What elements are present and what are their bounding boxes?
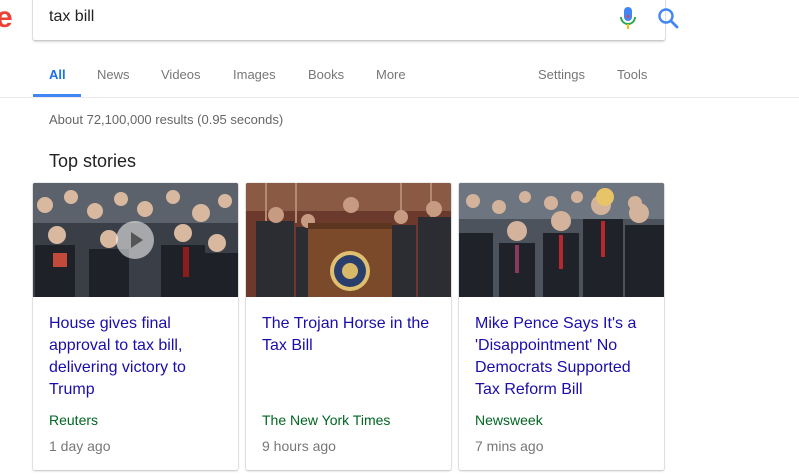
tab-news[interactable]: News xyxy=(97,67,130,82)
top-stories-title: Top stories xyxy=(49,151,137,171)
search-box[interactable] xyxy=(33,0,679,40)
search-icon[interactable] xyxy=(657,7,679,29)
story-thumbnail-2[interactable] xyxy=(246,183,451,297)
active-tab-indicator xyxy=(33,94,81,97)
mic-icon[interactable] xyxy=(617,6,639,30)
story-headline[interactable]: House gives final approval to tax bill, … xyxy=(49,313,229,401)
tab-tools[interactable]: Tools xyxy=(617,67,647,82)
search-input[interactable] xyxy=(49,4,569,30)
play-icon[interactable] xyxy=(115,220,155,260)
story-card-2[interactable]: The Trojan Horse in the Tax Bill The New… xyxy=(246,183,451,470)
tab-books[interactable]: Books xyxy=(308,67,344,82)
story-time: 9 hours ago xyxy=(262,438,336,454)
story-time: 1 day ago xyxy=(49,438,111,454)
result-stats: About 72,100,000 results (0.95 seconds) xyxy=(49,112,284,127)
story-source: The New York Times xyxy=(262,412,391,428)
tab-videos[interactable]: Videos xyxy=(161,67,201,82)
search-tabs: All News Videos Images Books More Settin… xyxy=(0,56,799,98)
google-logo-fragment[interactable]: e xyxy=(0,4,14,32)
story-card-3[interactable]: Mike Pence Says It's a 'Disappointment' … xyxy=(459,183,664,470)
story-card-1[interactable]: House gives final approval to tax bill, … xyxy=(33,183,238,470)
story-source: Reuters xyxy=(49,412,99,428)
story-thumbnail-3[interactable] xyxy=(459,183,664,297)
story-headline[interactable]: The Trojan Horse in the Tax Bill xyxy=(262,313,442,357)
tab-images[interactable]: Images xyxy=(233,67,276,82)
tab-all[interactable]: All xyxy=(49,67,66,82)
story-source: Newsweek xyxy=(475,412,543,428)
story-time: 7 mins ago xyxy=(475,438,544,454)
story-headline[interactable]: Mike Pence Says It's a 'Disappointment' … xyxy=(475,313,655,401)
tab-more[interactable]: More xyxy=(376,67,406,82)
tab-settings[interactable]: Settings xyxy=(538,67,585,82)
